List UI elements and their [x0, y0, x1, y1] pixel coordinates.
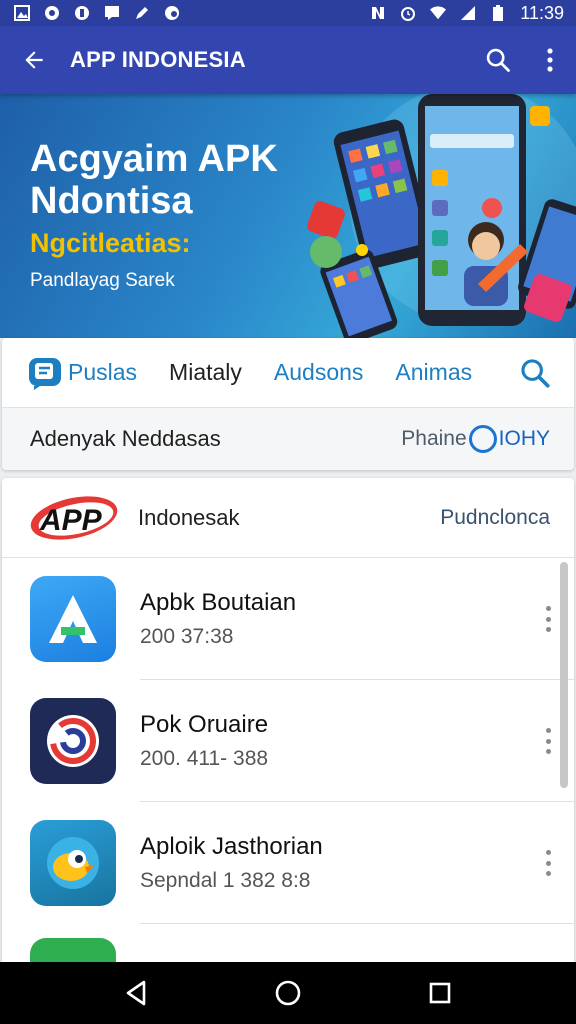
back-button[interactable] — [0, 26, 68, 94]
banner-title: Acgyaim APK Ndontisa — [30, 138, 278, 222]
list-header-title: Indonesak — [138, 504, 240, 530]
tab-label: Puslas — [68, 359, 138, 385]
banner-title-text: Acgyaim APK Ndontisa — [30, 138, 278, 222]
category-tabs-card: Puslas Miataly Audsons Animas Adenyak Ne… — [2, 338, 574, 470]
system-nav-bar — [0, 962, 576, 1024]
nav-home-button[interactable] — [268, 973, 308, 1013]
tabs-search-icon[interactable] — [518, 356, 552, 390]
status-right-icons: 11:39 — [370, 3, 564, 24]
wifi-icon — [430, 5, 447, 21]
app-list-item[interactable]: Apbk Boutaian 200 37:38 — [2, 558, 574, 680]
app-list-item[interactable]: Pok Oruaire 200. 411- 388 — [2, 680, 574, 802]
app-meta: 200 37:38 — [140, 625, 234, 648]
banner-caption: Pandlayag Sarek — [30, 270, 175, 291]
chat-icon — [104, 5, 120, 21]
app-item-text: Pok Oruaire 200. 411- 388 — [140, 711, 268, 771]
tab-label: Animas — [395, 359, 473, 385]
square-recents-icon — [429, 982, 451, 1004]
overflow-menu-button[interactable] — [524, 26, 576, 94]
status-bar: 11:39 — [0, 0, 576, 26]
dot — [545, 627, 551, 632]
swirl-logo-icon — [30, 698, 116, 784]
category-tabs: Puslas Miataly Audsons Animas — [2, 338, 574, 408]
tab-puslas[interactable]: Puslas — [28, 356, 137, 390]
banner-subtitle: Ngcitleatias: — [30, 228, 191, 258]
page-title: APP INDONESIA — [70, 47, 246, 72]
notification-icon — [74, 5, 90, 21]
app-list-item[interactable]: Aploik Jasthorian Sepndal 1 382 8:8 — [2, 802, 574, 924]
nfc-icon — [370, 5, 386, 21]
app-bar: APP INDONESIA — [0, 26, 576, 94]
tab-label: Miataly — [169, 359, 242, 385]
item-menu-button[interactable] — [536, 724, 560, 758]
dot — [545, 871, 551, 876]
arrow-left-icon — [25, 51, 43, 69]
app-list-card: APP Indonesak Pudnclonca Apbk Boutaian 2… — [2, 478, 574, 978]
location-icon — [44, 5, 60, 21]
list-header-action[interactable]: Pudnclonca — [440, 506, 550, 530]
signal-icon — [460, 5, 476, 21]
list-scrollbar[interactable] — [560, 562, 568, 788]
pen-icon — [134, 5, 150, 21]
cloud-icon — [164, 5, 180, 21]
filter-sort-suffix: IOHY — [498, 427, 550, 450]
more-vert-icon — [547, 48, 553, 72]
chat-bubble-logo-icon — [29, 357, 61, 390]
nav-back-button[interactable] — [116, 973, 156, 1013]
dot — [545, 860, 551, 866]
status-left-icons — [14, 5, 180, 21]
alarm-icon — [400, 5, 416, 21]
tab-miataly[interactable]: Miataly — [169, 359, 242, 386]
search-button[interactable] — [472, 26, 524, 94]
app-name: Aploik Jasthorian — [140, 833, 323, 860]
triangle-back-icon — [126, 980, 146, 1006]
app-item-text: Apbk Boutaian 200 37:38 — [140, 589, 296, 649]
filter-sort[interactable]: Phaine IOHY — [401, 425, 550, 453]
tab-audsons[interactable]: Audsons — [274, 359, 364, 386]
app-item-text: Aploik Jasthorian Sepndal 1 382 8:8 — [140, 833, 323, 893]
filter-sort-prefix: Phaine — [401, 427, 467, 450]
list-header: APP Indonesak Pudnclonca — [2, 478, 574, 558]
tab-label: Audsons — [273, 359, 364, 385]
dot — [545, 616, 551, 622]
screen: 11:39 APP INDONESIA Acgyaim APK Ndontisa… — [0, 0, 576, 1024]
sort-circle-icon — [468, 425, 497, 453]
app-name: Apbk Boutaian — [140, 589, 297, 616]
item-menu-button[interactable] — [536, 846, 560, 880]
dot — [545, 728, 551, 733]
bird-mascot-icon — [30, 820, 116, 906]
tab-animas[interactable]: Animas — [395, 359, 472, 386]
battery-icon — [490, 5, 506, 21]
app-brand-logo: APP — [30, 495, 118, 540]
app-meta: 200. 411- 388 — [140, 747, 269, 770]
status-time: 11:39 — [520, 2, 564, 23]
promo-banner[interactable]: Acgyaim APK Ndontisa Ngcitleatias: Pandl… — [0, 94, 576, 338]
dot — [545, 606, 551, 611]
brand-logo-text: APP — [39, 504, 103, 537]
letter-a-icon — [30, 576, 116, 662]
app-meta: Sepndal 1 382 8:8 — [140, 869, 311, 892]
gallery-icon — [14, 5, 30, 21]
app-name: Pok Oruaire — [140, 711, 269, 738]
filter-label: Adenyak Neddasas — [30, 426, 221, 451]
item-menu-button[interactable] — [536, 602, 560, 636]
search-icon — [486, 48, 510, 72]
dot — [545, 749, 551, 754]
circle-home-icon — [275, 980, 301, 1006]
nav-recents-button[interactable] — [420, 973, 460, 1013]
dot — [545, 738, 551, 744]
dot — [545, 850, 551, 855]
filter-row[interactable]: Adenyak Neddasas Phaine IOHY — [2, 408, 574, 470]
